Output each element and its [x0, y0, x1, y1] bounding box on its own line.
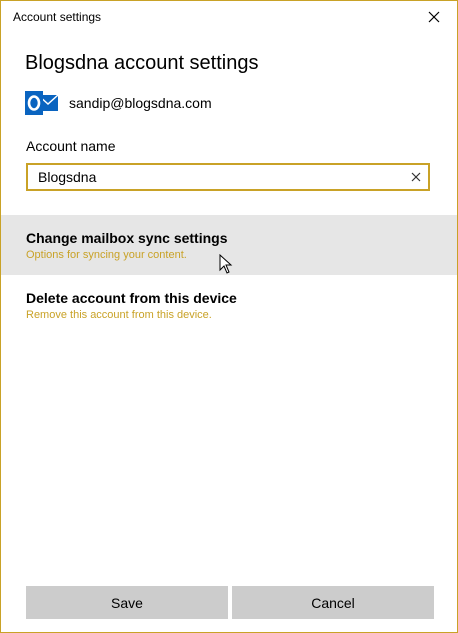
account-name-input[interactable]	[28, 165, 408, 189]
account-name-label: Account name	[26, 138, 116, 154]
option-subtitle: Options for syncing your content.	[26, 249, 187, 261]
outlook-icon	[25, 91, 59, 115]
option-title: Delete account from this device	[26, 290, 237, 306]
clear-icon	[411, 172, 421, 182]
close-icon	[428, 11, 440, 23]
account-name-field	[26, 163, 430, 191]
cancel-button[interactable]: Cancel	[232, 586, 434, 619]
clear-input-button[interactable]	[408, 169, 424, 185]
title-bar: Account settings	[1, 1, 457, 33]
account-row: sandip@blogsdna.com	[25, 89, 212, 117]
option-title: Change mailbox sync settings	[26, 230, 228, 246]
mouse-pointer-icon	[219, 254, 233, 274]
account-settings-dialog: Account settings Blogsdna account settin…	[0, 0, 458, 633]
close-button[interactable]	[411, 1, 457, 33]
page-title: Blogsdna account settings	[25, 52, 259, 74]
window-title: Account settings	[13, 10, 102, 24]
account-email: sandip@blogsdna.com	[69, 95, 212, 111]
delete-account-from-device[interactable]: Delete account from this device Remove t…	[1, 277, 457, 335]
option-subtitle: Remove this account from this device.	[26, 309, 212, 321]
save-button[interactable]: Save	[26, 586, 228, 619]
